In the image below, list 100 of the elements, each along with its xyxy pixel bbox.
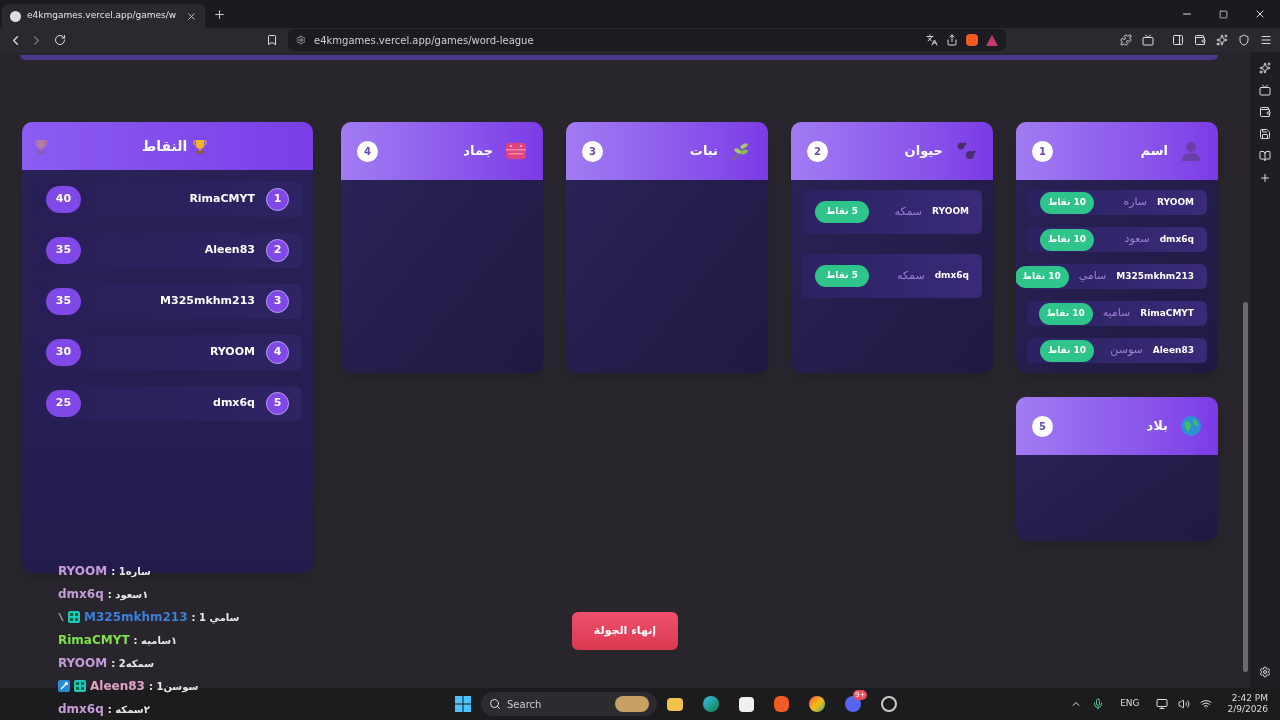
chat-username: RimaCMYT [58, 632, 130, 649]
clock-date: 2/9/2026 [1227, 704, 1268, 715]
chat-message: : سامي 1 [191, 610, 240, 625]
chat-message: : ٢سمكه [107, 702, 150, 717]
trophy-icon [34, 138, 48, 154]
shield-icon[interactable] [1238, 34, 1250, 46]
chest-icon [505, 141, 527, 161]
network-icon[interactable] [1199, 698, 1212, 710]
extensions-icon[interactable] [1120, 34, 1132, 46]
chat-username: RYOOM [58, 563, 108, 580]
search-highlight-drawing [615, 696, 649, 712]
points-pill: 10 نقاط [1040, 339, 1094, 362]
tab-title: e4kmgames.vercel.app/games/w [27, 9, 177, 23]
media-icon[interactable] [1259, 84, 1271, 96]
book-icon[interactable] [1259, 150, 1271, 162]
category-number: 4 [357, 140, 378, 162]
reload-icon[interactable] [54, 34, 66, 46]
share-icon[interactable] [946, 34, 958, 46]
player-name: Aleen83 [1152, 343, 1194, 357]
chat-username: dmx6q [58, 586, 104, 603]
menu-icon[interactable] [1260, 34, 1272, 46]
category-title: نبات [689, 142, 718, 161]
player-name: RimaCMYT [189, 191, 255, 208]
site-settings-icon[interactable] [296, 35, 306, 45]
points-pill: 5 نقاط [815, 201, 869, 223]
record-app-icon[interactable] [881, 696, 897, 712]
close-icon[interactable] [1254, 8, 1266, 20]
player-name: RYOOM [932, 205, 969, 219]
end-round-button[interactable]: إنهاء الجولة [572, 612, 678, 650]
points-pill: 10 نقاط [1040, 191, 1094, 214]
settings-icon[interactable] [1259, 666, 1271, 678]
score-pill: 40 [46, 186, 81, 213]
category-title: بلاد [1146, 417, 1168, 436]
translate-icon[interactable] [926, 34, 938, 46]
chat-message: : ١سعود [107, 587, 149, 602]
sparkle-icon[interactable] [1216, 34, 1228, 46]
bookmark-icon[interactable] [266, 34, 278, 46]
category-title: اسم [1140, 142, 1168, 161]
chat-message: : سوسن1 [148, 679, 199, 694]
sidebar-icon[interactable] [1172, 34, 1184, 46]
score-pill: 30 [46, 339, 81, 366]
player-name: dmx6q [934, 269, 969, 283]
maximize-icon[interactable] [1219, 9, 1228, 19]
score-pill: 25 [46, 390, 81, 417]
address-bar[interactable]: e4kmgames.vercel.app/games/word-league [288, 29, 1006, 51]
monitor-icon[interactable] [1155, 698, 1168, 710]
player-name: RYOOM [209, 344, 255, 361]
category-number: 3 [582, 140, 603, 162]
points-pill: 5 نقاط [815, 265, 869, 287]
score-pill: 35 [46, 237, 81, 264]
trophy-icon [193, 138, 208, 154]
close-icon[interactable] [186, 10, 198, 22]
player-name: RYOOM [1157, 195, 1194, 209]
points-pill: 10 نقاط [1040, 228, 1094, 251]
rank-number: 1 [266, 188, 289, 211]
grid-badge-icon [68, 611, 80, 623]
triangle-icon[interactable] [986, 34, 998, 46]
category-number: 5 [1032, 415, 1053, 437]
search-label: Search [507, 697, 542, 712]
player-name: RimaCMYT [1140, 306, 1194, 320]
category-title: حيوان [904, 142, 943, 161]
browser-tab[interactable]: e4kmgames.vercel.app/games/w [2, 4, 206, 28]
chat-username: RYOOM [58, 655, 108, 672]
chat-message: : ساره1 [111, 564, 151, 579]
category-number: 1 [1032, 140, 1053, 162]
add-icon[interactable] [1259, 172, 1271, 184]
wallet-icon[interactable] [1259, 106, 1271, 118]
answer-text: ساميه [1102, 305, 1131, 322]
save-icon[interactable] [1259, 128, 1271, 140]
score-pill: 35 [46, 288, 81, 315]
media-icon[interactable] [1142, 34, 1154, 46]
speaker-icon[interactable] [1177, 698, 1190, 710]
leaderboard-title: النقاط [141, 136, 188, 156]
player-name: dmx6q [213, 395, 255, 412]
rank-number: 4 [266, 341, 289, 364]
microphone-icon[interactable] [1092, 698, 1105, 710]
points-pill: 10 نقاط [1038, 302, 1093, 325]
answer-text: سمكه [894, 203, 923, 220]
wallet-icon[interactable] [1194, 34, 1206, 46]
new-tab-icon[interactable] [213, 7, 227, 21]
chat-username: M325mkhm213 [84, 609, 188, 626]
taskbar-search[interactable]: Search [481, 692, 657, 716]
url-text: e4kmgames.vercel.app/games/word-league [314, 33, 534, 48]
slash-icon [58, 612, 64, 622]
chat-username: Aleen83 [90, 678, 145, 695]
answer-text: سعود [1124, 231, 1150, 248]
chat-message: : سمكه2 [111, 656, 155, 671]
answer-text: ساره [1123, 194, 1148, 211]
windows-logo-icon[interactable] [455, 696, 471, 712]
sparkle-icon[interactable] [1259, 62, 1271, 74]
answer-text: سمكه [897, 267, 925, 284]
rank-number: 2 [266, 239, 289, 262]
person-icon [1180, 140, 1202, 162]
scrollbar-thumb[interactable] [1243, 302, 1248, 672]
player-name: M325mkhm213 [1116, 269, 1194, 283]
answer-text: سامي [1078, 268, 1107, 285]
chat-username: dmx6q [58, 701, 104, 718]
language-indicator[interactable]: ENG [1120, 697, 1140, 711]
clock-time: 2:42 PM [1231, 693, 1268, 704]
answer-text: سوسن [1110, 342, 1143, 359]
